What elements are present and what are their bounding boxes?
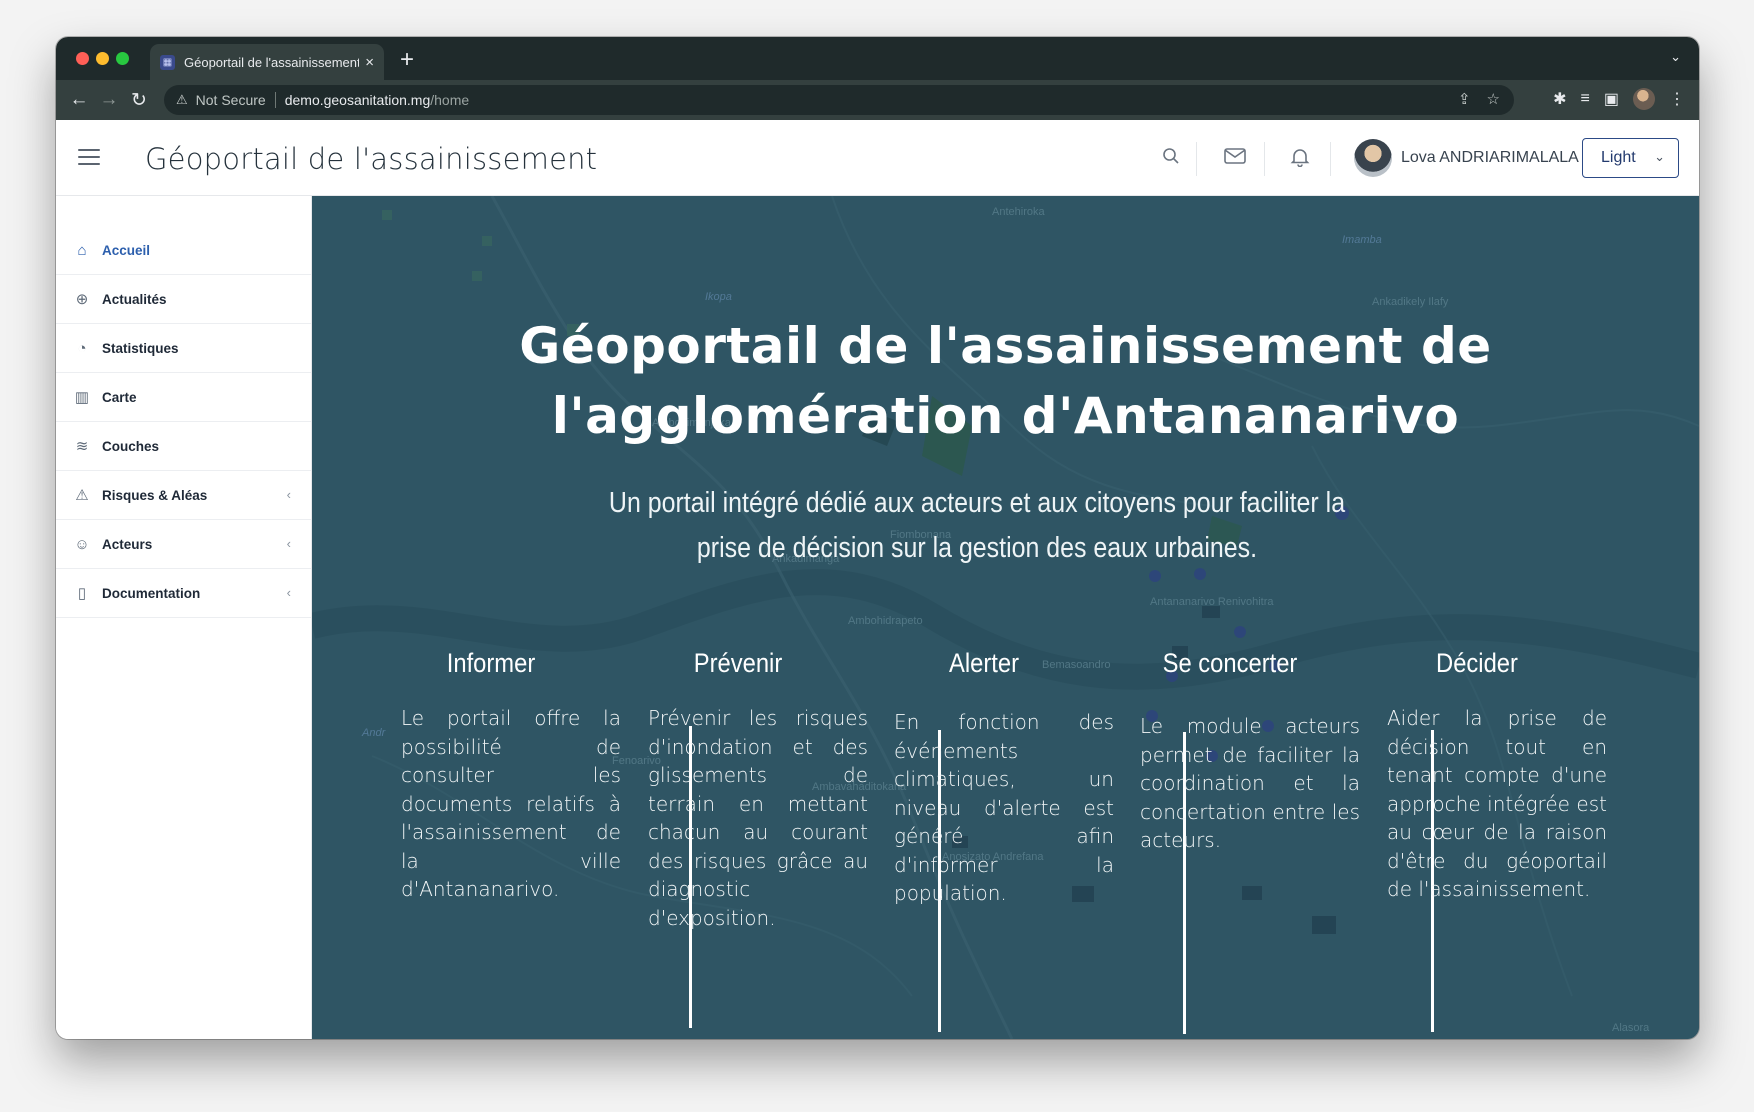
home-icon: ⌂ xyxy=(77,241,87,259)
hero-section: Antehiroka Imamba Ankadikely Ilafy Ikopa… xyxy=(312,196,1699,1039)
chevron-down-icon[interactable]: ⌄ xyxy=(1654,149,1665,165)
sidebar-item-label: Risques & Aléas xyxy=(102,487,208,503)
browser-tabstrip: ▦ Géoportail de l'assainissement × + ⌄ xyxy=(56,37,1699,80)
sidebar-item-statistiques[interactable]: ◔ Statistiques xyxy=(56,324,311,373)
column-heading-alerter: Alerter xyxy=(949,648,1019,678)
sidebar-item-label: Couches xyxy=(102,438,160,454)
column-heading-informer: Informer xyxy=(446,648,536,678)
sidebar-item-label: Accueil xyxy=(102,242,151,258)
sidebar-item-documentation[interactable]: ▯ Documentation ‹ xyxy=(56,569,311,618)
extensions-area: ✱ ≡ ▣ ⋮ xyxy=(1553,88,1685,110)
sidebar-item-label: Actualités xyxy=(102,291,167,307)
browser-toolbar: ← → ↻ ⚠ Not Secure demo.geosanitation.mg… xyxy=(56,80,1699,120)
layers-icon: ≋ xyxy=(75,438,89,455)
reload-icon[interactable]: ↻ xyxy=(128,89,150,112)
omnibox-divider xyxy=(274,92,276,108)
hamburger-menu-icon[interactable] xyxy=(78,149,100,170)
sidebar: ⌂ Accueil ⊕ Actualités ◔ Statistiques ▥ … xyxy=(56,196,312,1039)
column-heading-decider: Décider xyxy=(1436,648,1518,678)
sidebar-nav: ⌂ Accueil ⊕ Actualités ◔ Statistiques ▥ … xyxy=(56,226,311,618)
new-tab-icon[interactable]: + xyxy=(400,46,414,74)
globe-icon: ⊕ xyxy=(75,291,89,308)
share-icon[interactable]: ⇪ xyxy=(1458,90,1471,108)
sidebar-item-label: Documentation xyxy=(102,585,201,601)
sidebar-item-label: Acteurs xyxy=(102,536,153,552)
column-text-informer: Le portail offre la possibilité de consu… xyxy=(401,706,621,901)
avatar[interactable] xyxy=(1354,139,1392,177)
close-tab-icon[interactable]: × xyxy=(365,54,374,71)
theme-select[interactable]: Light ⌄ xyxy=(1582,138,1679,178)
maximize-window-button[interactable] xyxy=(116,52,129,65)
header-divider xyxy=(1264,142,1265,176)
hero-subtitle: Un portail intégré dédié aux acteurs et … xyxy=(608,487,1346,564)
warning-icon[interactable]: ⚠ xyxy=(176,92,188,108)
header-divider xyxy=(1196,142,1197,176)
column-text-decider: Aider la prise de décision tout en tenan… xyxy=(1387,706,1607,901)
chevron-left-icon: ‹ xyxy=(286,536,291,551)
minimize-window-button[interactable] xyxy=(96,52,109,65)
reading-list-icon[interactable]: ≡ xyxy=(1581,90,1590,108)
warning-icon: ⚠ xyxy=(75,487,89,504)
chevron-down-icon[interactable]: ⌄ xyxy=(1670,49,1681,65)
back-arrow-icon[interactable]: ← xyxy=(68,89,90,111)
column-text-se-concerter: Le module acteurs permet de faciliter la… xyxy=(1140,714,1360,852)
bookmark-star-icon[interactable]: ☆ xyxy=(1487,90,1500,108)
chevron-left-icon: ‹ xyxy=(286,487,291,502)
omnibox-actions: ⇪ ☆ xyxy=(1458,90,1500,108)
side-panel-icon[interactable]: ▣ xyxy=(1604,89,1619,109)
sidebar-item-accueil[interactable]: ⌂ Accueil xyxy=(56,226,311,275)
column-heading-prevenir: Prévenir xyxy=(693,648,783,678)
url-path[interactable]: /home xyxy=(430,92,469,108)
hero-title: Géoportail de l'assainissement de l'aggl… xyxy=(312,311,1699,451)
book-icon: ▯ xyxy=(77,585,87,602)
hero-title-line: l'agglomération d'Antananarivo xyxy=(551,387,1460,445)
page-title: Géoportail de l'assainissement xyxy=(145,142,598,176)
browser-tab-active[interactable]: ▦ Géoportail de l'assainissement × xyxy=(150,44,384,80)
sidebar-item-risques[interactable]: ⚠ Risques & Aléas ‹ xyxy=(56,471,311,520)
pie-chart-icon: ◔ xyxy=(77,339,87,357)
sidebar-item-label: Carte xyxy=(102,389,137,405)
security-label[interactable]: Not Secure xyxy=(196,92,266,108)
sidebar-item-label: Statistiques xyxy=(102,340,179,356)
sidebar-item-acteurs[interactable]: ☺ Acteurs ‹ xyxy=(56,520,311,569)
address-bar[interactable]: ⚠ Not Secure demo.geosanitation.mg/home … xyxy=(164,85,1514,115)
header-divider xyxy=(1330,142,1331,176)
app-header: Géoportail de l'assainissement Lova ANDR… xyxy=(56,120,1699,196)
more-menu-icon[interactable]: ⋮ xyxy=(1669,89,1685,109)
hero-title-line: Géoportail de l'assainissement de xyxy=(519,317,1492,375)
column-text-alerter: En fonction des événements climatiques, … xyxy=(894,710,1114,905)
column-heading-se-concerter: Se concerter xyxy=(1162,648,1298,678)
tab-title: Géoportail de l'assainissement xyxy=(184,54,360,70)
search-icon[interactable] xyxy=(1162,147,1180,171)
bell-icon[interactable] xyxy=(1290,147,1310,173)
column-text-prevenir: Prévenir les risques d'inondation et des… xyxy=(648,706,868,930)
forward-arrow-icon[interactable]: → xyxy=(98,89,120,111)
chevron-left-icon: ‹ xyxy=(286,585,291,600)
sidebar-item-carte[interactable]: ▥ Carte xyxy=(56,373,311,422)
profile-avatar-icon[interactable] xyxy=(1633,88,1655,110)
users-icon: ☺ xyxy=(74,535,90,553)
sidebar-item-actualites[interactable]: ⊕ Actualités xyxy=(56,275,311,324)
extensions-puzzle-icon[interactable]: ✱ xyxy=(1553,89,1566,109)
sidebar-item-couches[interactable]: ≋ Couches xyxy=(56,422,311,471)
url-host[interactable]: demo.geosanitation.mg xyxy=(285,92,431,108)
close-window-button[interactable] xyxy=(76,52,89,65)
map-icon: ▥ xyxy=(74,389,90,406)
mail-icon[interactable] xyxy=(1224,147,1246,171)
browser-window: ▦ Géoportail de l'assainissement × + ⌄ ←… xyxy=(56,37,1699,1039)
theme-select-value[interactable]: Light xyxy=(1601,149,1636,167)
favicon-icon: ▦ xyxy=(160,54,175,70)
user-name[interactable]: Lova ANDRIARIMALALA xyxy=(1401,149,1579,167)
